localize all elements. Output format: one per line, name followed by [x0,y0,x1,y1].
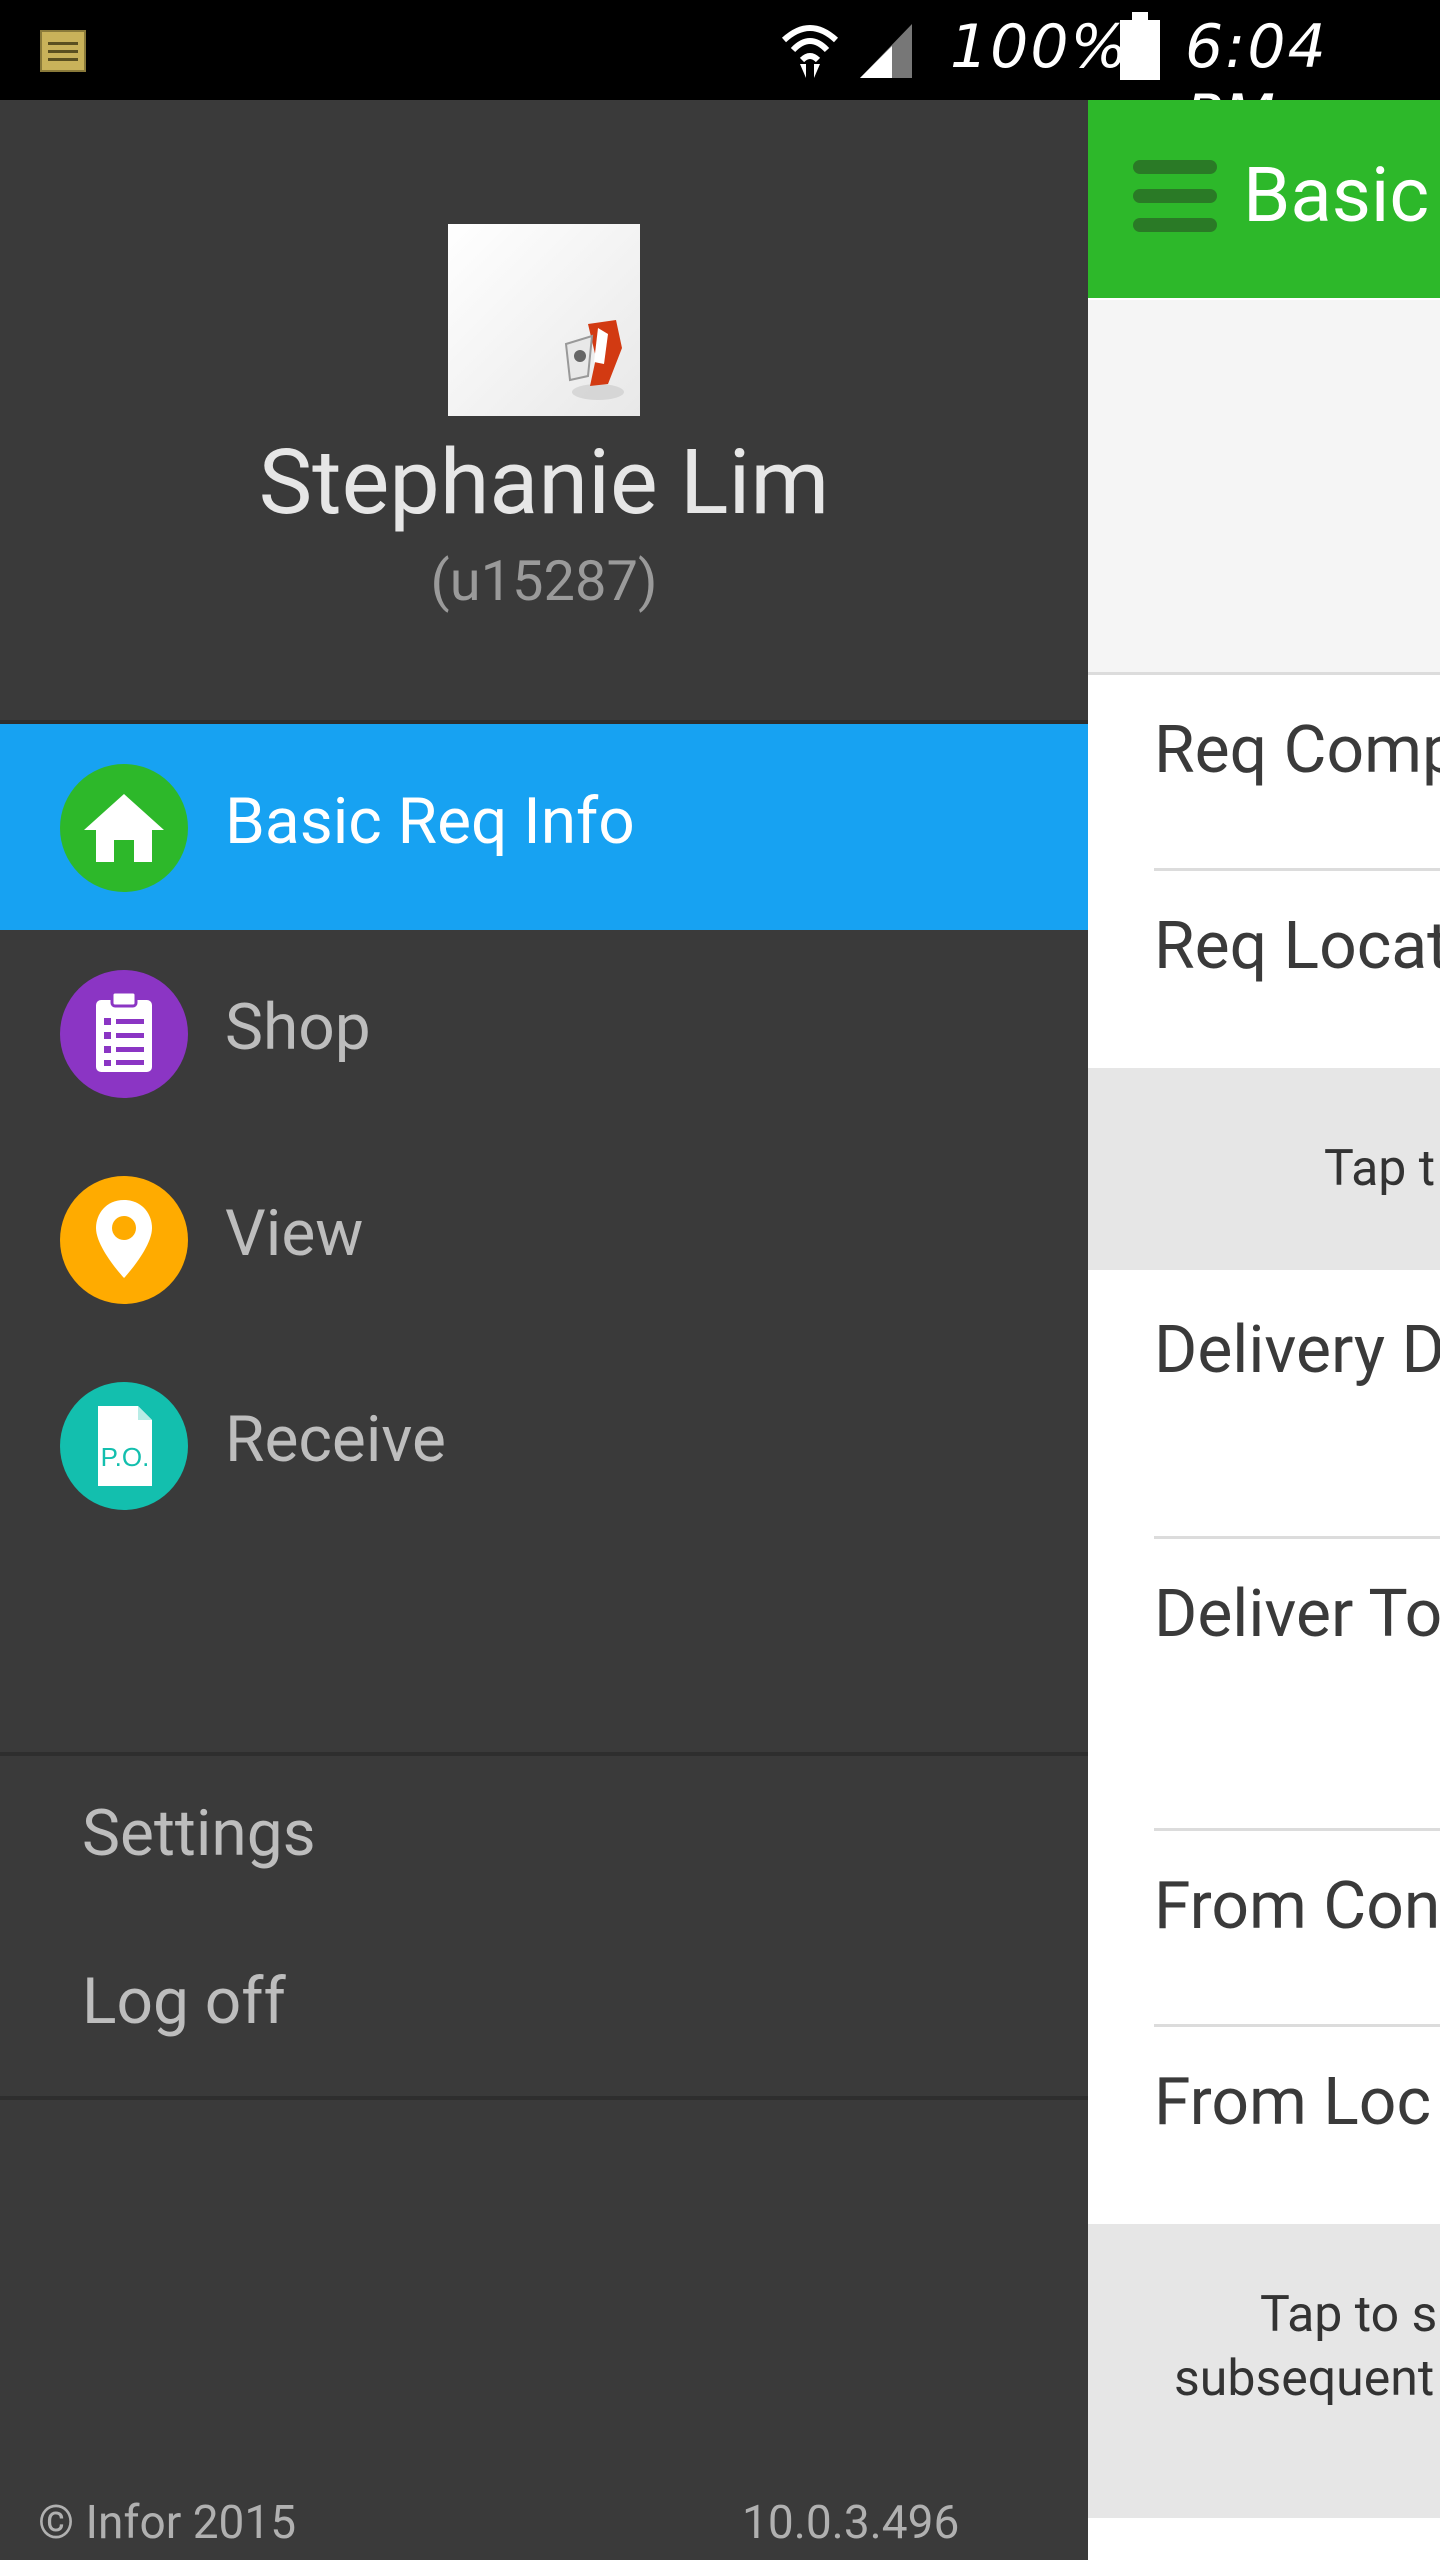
divider [0,2096,1088,2100]
clipboard-icon [60,970,188,1098]
nav-item-label: Shop [225,990,371,1065]
divider [0,1752,1088,1756]
nav-item-label: Basic Req Info [225,784,635,859]
main-content: Basic Req Comp Req Locat Tap t Delivery … [1088,100,1440,2560]
nav-item-receive[interactable]: P.O. Receive [0,1342,1088,1548]
avatar[interactable] [448,224,640,416]
field-delivery-date[interactable]: Delivery D [1154,1312,1440,1389]
wifi-icon [781,25,839,78]
battery-percent: 100% [950,12,1130,82]
user-id: (u15287) [430,548,658,614]
settings-link[interactable]: Settings [82,1796,316,1871]
battery-icon [1120,12,1160,80]
app-bar: Basic [1088,100,1440,298]
navigation-drawer: Stephanie Lim (u15287) Basic Req Info Sh… [0,100,1088,2560]
divider [1154,1828,1440,1831]
field-deliver-to[interactable]: Deliver To [1154,1576,1440,1653]
avatar-image [564,320,624,400]
tap-hint-band[interactable]: Tap t [1088,1068,1440,1270]
nav-item-view[interactable]: View [0,1136,1088,1342]
tap-hint-text: Tap t [1324,1140,1436,1198]
divider [1154,868,1440,871]
nav-item-label: View [225,1196,364,1271]
logoff-link[interactable]: Log off [82,1964,286,2039]
field-from-company[interactable]: From Con [1154,1868,1440,1945]
divider [1088,672,1440,675]
divider [1154,2024,1440,2027]
notification-icon [40,30,86,72]
location-pin-icon [60,1176,188,1304]
field-from-location[interactable]: From Loc [1154,2064,1440,2141]
user-name: Stephanie Lim [258,430,830,535]
menu-icon[interactable] [1133,160,1217,232]
divider [1154,1536,1440,1539]
tap-hint-text: Tap to s [1260,2286,1438,2344]
nav-item-label: Receive [225,1402,446,1477]
tap-hint-band-2[interactable]: Tap to s subsequent [1088,2224,1440,2518]
po-document-icon: P.O. [60,1382,188,1510]
copyright: © Infor 2015 [38,2496,297,2550]
nav-item-shop[interactable]: Shop [0,930,1088,1136]
svg-text:P.O.: P.O. [101,1442,150,1472]
nav-item-basic-req-info[interactable]: Basic Req Info [0,724,1088,930]
version-label: 10.0.3.496 [742,2496,960,2550]
app-title: Basic [1243,150,1430,240]
signal-icon [860,24,912,78]
field-req-location[interactable]: Req Locat [1154,908,1440,985]
home-icon [60,764,188,892]
header-area [1088,300,1440,672]
field-req-company[interactable]: Req Comp [1154,712,1440,789]
status-bar: 100% 6:04 PM [0,0,1440,152]
tap-hint-text: subsequent [1174,2350,1435,2408]
